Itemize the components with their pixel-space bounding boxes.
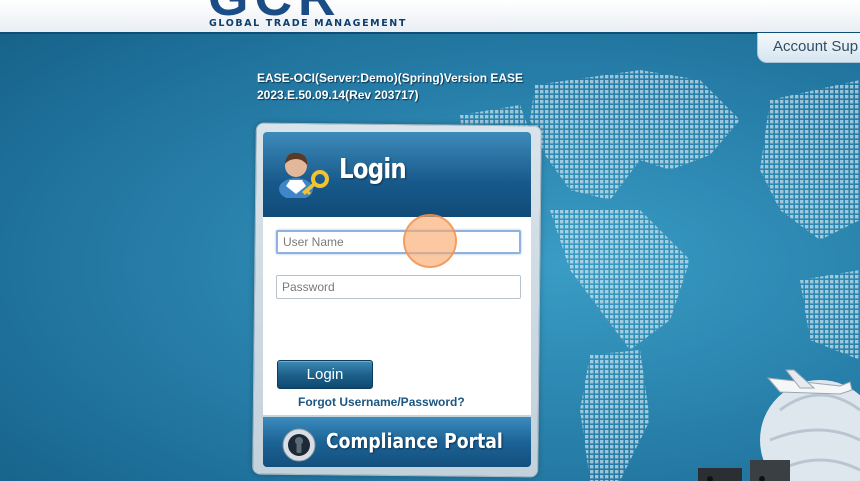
login-title: Login [339,152,407,185]
top-bar [0,0,860,34]
click-highlight [403,214,457,268]
logo-subtitle: GLOBAL TRADE MANAGEMENT [209,18,407,29]
forgot-credentials-link[interactable]: Forgot Username/Password? [298,395,465,409]
version-line-2: 2023.E.50.09.14(Rev 203717) [257,88,419,102]
company-logo: GCR [208,0,396,18]
username-input[interactable] [276,230,521,254]
user-key-icon [279,152,329,198]
login-button[interactable]: Login [277,360,373,389]
version-info: EASE-OCI(Server:Demo)(Spring)Version EAS… [257,70,537,104]
compliance-badge-icon [282,428,316,462]
version-line-1: EASE-OCI(Server:Demo)(Spring)Version EAS… [257,71,524,85]
account-support-tab[interactable]: Account Sup [757,33,860,63]
compliance-portal-label[interactable]: Compliance Portal [326,429,503,453]
password-input[interactable] [276,275,521,299]
globe-shipping-graphic [698,369,860,481]
